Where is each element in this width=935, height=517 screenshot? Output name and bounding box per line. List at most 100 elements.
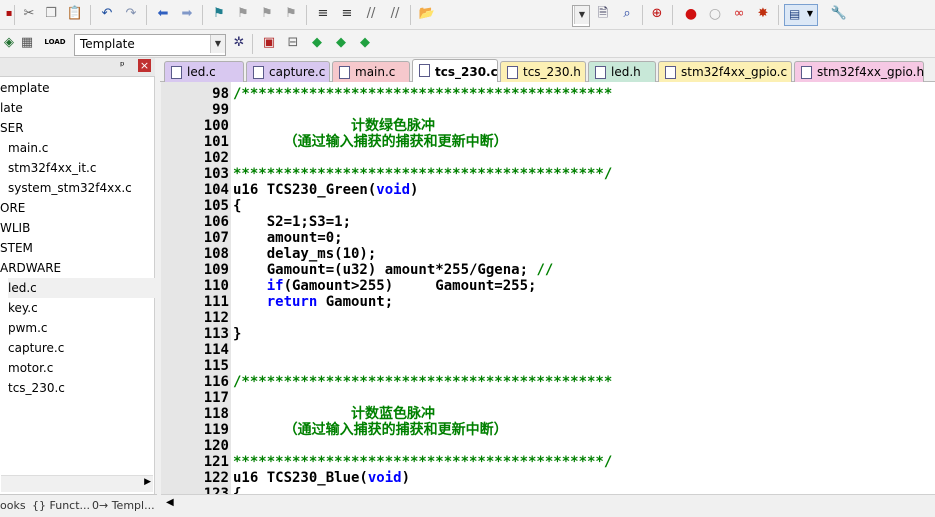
line-number: 121	[203, 454, 229, 470]
tree-item[interactable]: WLIB	[0, 218, 30, 238]
disable-breakpoint-icon[interactable]: ○	[706, 5, 724, 23]
tree-item[interactable]: late	[0, 98, 23, 118]
file-tab[interactable]: stm32f4xx_gpio.c	[658, 61, 792, 82]
unindent-icon[interactable]: ≡	[338, 5, 356, 23]
line-number: 106	[203, 214, 229, 230]
tree-item[interactable]: SER	[0, 118, 24, 138]
redo-icon[interactable]: ↷	[122, 5, 140, 23]
find-combo-arrow[interactable]: ▼	[572, 5, 590, 27]
bookmark-icon[interactable]: ⚑	[210, 5, 228, 23]
tree-item[interactable]: capture.c	[8, 338, 64, 358]
code-text: if(Gamount>255) Gamount=255;	[233, 278, 537, 294]
indent-icon[interactable]: ≡	[314, 5, 332, 23]
options-icon[interactable]: ✲	[230, 34, 248, 52]
tree-item[interactable]: stm32f4xx_it.c	[8, 158, 96, 178]
pin-icon[interactable]: ᵖ	[120, 59, 125, 72]
tree-item[interactable]: ARDWARE	[0, 258, 61, 278]
code-line: 107 amount=0;	[161, 230, 935, 246]
file-tab[interactable]: tcs_230.c	[412, 59, 498, 83]
line-number: 119	[203, 422, 229, 438]
close-icon[interactable]: ×	[138, 59, 151, 72]
chevron-right-icon[interactable]: ▶	[144, 477, 151, 487]
project-hscroll[interactable]: ▶	[1, 475, 153, 492]
target-select[interactable]: Template ▼	[74, 34, 226, 56]
toolbar-separator	[642, 5, 643, 25]
editor-hscroll[interactable]: ◀	[161, 494, 935, 512]
tab-books[interactable]: ooks	[0, 497, 26, 515]
line-number: 111	[203, 294, 229, 310]
file-tab[interactable]: tcs_230.h	[500, 61, 586, 82]
file-tab-label: main.c	[355, 65, 396, 79]
find-in-files-icon[interactable]: 🗎	[594, 5, 612, 23]
back-icon[interactable]: ⬅	[154, 5, 172, 23]
clear-bookmarks-icon[interactable]: ⚑	[282, 5, 300, 23]
breakpoint-icon[interactable]: ●	[682, 5, 700, 23]
code-token: u16 TCS230_Blue(	[233, 470, 368, 486]
comment-token: /***************************************…	[233, 374, 613, 390]
comment-icon[interactable]: //	[362, 5, 380, 23]
undo-icon[interactable]: ↶	[98, 5, 116, 23]
next-bookmark-icon[interactable]: ⚑	[258, 5, 276, 23]
select-packs-icon[interactable]: ◆	[332, 34, 350, 52]
line-number: 104	[203, 182, 229, 198]
tree-item[interactable]: key.c	[8, 298, 38, 318]
build-partial-icon[interactable]: ▪	[0, 5, 18, 23]
find-icon[interactable]: ⌕	[618, 5, 636, 23]
tree-item[interactable]: ORE	[0, 198, 25, 218]
cut-icon[interactable]: ✂	[20, 5, 38, 23]
code-editor[interactable]: 98/*************************************…	[161, 82, 935, 494]
code-text: 计数蓝色脉冲	[233, 406, 435, 422]
open-folder-icon[interactable]: 📂	[418, 5, 436, 23]
tree-item[interactable]: tcs_230.c	[8, 378, 65, 398]
file-tab[interactable]: stm32f4xx_gpio.h	[794, 61, 924, 82]
rte-icon[interactable]: ◆	[356, 34, 374, 52]
clear-breakpoints-icon[interactable]: ✸	[754, 5, 772, 23]
code-text: }	[233, 326, 241, 342]
prev-bookmark-icon[interactable]: ⚑	[234, 5, 252, 23]
tree-item[interactable]: led.c	[8, 278, 160, 298]
comment-token: （通过输入捕获的捕获和更新中断）	[233, 422, 508, 438]
paste-icon[interactable]: 📋	[66, 5, 84, 23]
kill-breakpoints-icon[interactable]: ∞	[730, 5, 748, 23]
chevron-left-icon[interactable]: ◀	[166, 497, 174, 508]
manage-components-icon[interactable]: ▣	[260, 34, 278, 52]
file-tab[interactable]: led.c	[164, 61, 244, 82]
file-tab-label: tcs_230.h	[523, 65, 581, 79]
tree-item[interactable]: emplate	[0, 78, 49, 98]
tab-functions[interactable]: {} Funct...	[32, 497, 90, 515]
code-token: Gamount;	[317, 294, 394, 310]
line-number: 107	[203, 230, 229, 246]
forward-icon[interactable]: ➡	[178, 5, 196, 23]
tree-item[interactable]: pwm.c	[8, 318, 48, 338]
settings-icon[interactable]: 🔧	[830, 5, 848, 23]
tree-item[interactable]: system_stm32f4xx.c	[8, 178, 132, 198]
code-line: 103 *************************************…	[161, 166, 935, 182]
chevron-down-icon[interactable]: ▼	[210, 35, 225, 53]
tree-item[interactable]: motor.c	[8, 358, 53, 378]
copy-icon[interactable]: ❐	[42, 5, 60, 23]
code-line: 112	[161, 310, 935, 326]
file-tab[interactable]: capture.c	[246, 61, 330, 82]
code-line: 114	[161, 342, 935, 358]
file-tab[interactable]: led.h	[588, 61, 656, 82]
debug-icon[interactable]: ⊕	[648, 5, 666, 23]
chevron-down-icon[interactable]: ▼	[574, 6, 589, 24]
code-line: 119 （通过输入捕获的捕获和更新中断）	[161, 422, 935, 438]
tree-item[interactable]: STEM	[0, 238, 33, 258]
window-layout-icon: ▤	[789, 7, 801, 21]
pack-installer-icon[interactable]: ⊟	[284, 34, 302, 52]
file-tab[interactable]: main.c	[332, 61, 410, 82]
window-layout-button[interactable]: ▤ ▼	[784, 4, 818, 26]
env-icon[interactable]: ◆	[308, 34, 326, 52]
tree-item[interactable]: main.c	[8, 138, 48, 158]
uncomment-icon[interactable]: //	[386, 5, 404, 23]
code-token: }	[233, 326, 242, 342]
tab-templates[interactable]: 0→ Templ...	[92, 497, 155, 515]
code-token: u16 TCS230_Green(	[233, 182, 377, 198]
file-icon	[595, 66, 606, 79]
code-text: （通过输入捕获的捕获和更新中断）	[233, 422, 508, 438]
download-icon[interactable]: LOAD	[44, 33, 65, 51]
build-icon[interactable]: ▦	[18, 34, 36, 52]
toolbar-separator	[306, 5, 307, 25]
compile-icon[interactable]: ◈	[0, 34, 18, 52]
